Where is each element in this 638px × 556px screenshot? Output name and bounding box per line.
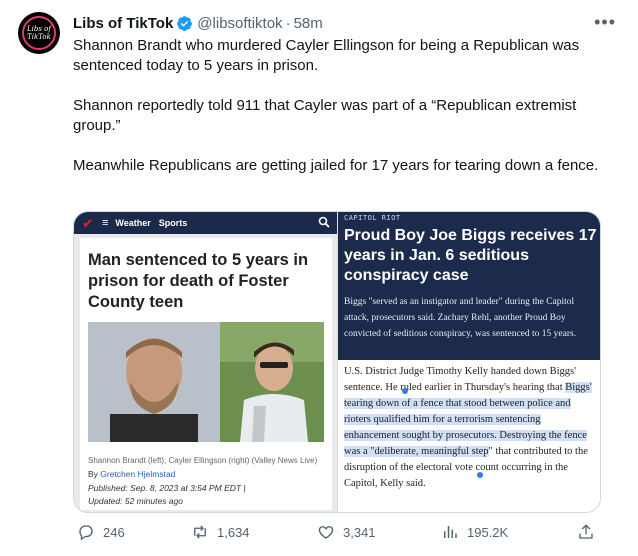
tweet-media[interactable]: ✔ ≡ Weather Sports Man sentenced to 5 ye… — [73, 211, 601, 513]
tweet-paragraph: Shannon reportedly told 911 that Cayler … — [73, 97, 577, 134]
author-link: Gretchen Hjelmstad — [100, 469, 176, 479]
handle[interactable]: @libsoftiktok — [197, 15, 282, 32]
article-card: Man sentenced to 5 years in prison for d… — [80, 238, 332, 510]
avatar-text-line2: TikTok — [27, 33, 51, 41]
article-summary: Biggs "served as an instigator and leade… — [344, 297, 577, 339]
like-count: 3,341 — [343, 524, 376, 540]
views-icon — [444, 526, 457, 538]
verified-badge-icon — [177, 15, 193, 31]
left-screenshot[interactable]: ✔ ≡ Weather Sports Man sentenced to 5 ye… — [74, 212, 338, 512]
article-headline: Proud Boy Joe Biggs receives 17 years in… — [344, 227, 597, 284]
tweet-header: Libs of TikTok @libsoftiktok · 58m ••• — [73, 12, 616, 34]
share-button[interactable] — [577, 523, 603, 541]
search-icon — [318, 216, 330, 228]
article-body: U.S. District Judge Timothy Kelly handed… — [344, 364, 598, 492]
timestamp[interactable]: 58m — [294, 15, 323, 32]
nav-sports: Sports — [158, 218, 188, 228]
right-screenshot[interactable]: CAPITOL RIOT Proud Boy Joe Biggs receive… — [337, 212, 600, 512]
like-button[interactable]: 3,341 — [317, 523, 376, 541]
reply-button[interactable]: 246 — [77, 523, 125, 541]
retweet-button[interactable]: 1,634 — [191, 523, 250, 541]
views-button[interactable]: 195.2K — [441, 523, 508, 541]
mugshot-image — [88, 322, 220, 442]
retweet-icon — [194, 525, 206, 539]
menu-icon: ≡ — [102, 217, 109, 229]
avatar-logo: Libs of TikTok — [22, 16, 56, 50]
tweet: Libs of TikTok Libs of TikTok @libsoftik… — [0, 0, 638, 556]
reply-icon — [79, 525, 93, 541]
station-logo-icon: ✔ — [82, 214, 94, 231]
article-banner: CAPITOL RIOT Proud Boy Joe Biggs receive… — [338, 212, 600, 360]
tweet-paragraph: Shannon Brandt who murdered Cayler Ellin… — [73, 37, 580, 74]
victim-photo-image — [220, 322, 324, 442]
body-text: U.S. District Judge Timothy Kelly handed… — [344, 366, 577, 393]
selection-handle-start — [402, 388, 408, 394]
tweet-paragraph: Meanwhile Republicans are getting jailed… — [73, 157, 599, 174]
share-icon — [579, 524, 593, 539]
tweet-text: Shannon Brandt who murdered Cayler Ellin… — [73, 36, 603, 196]
like-icon — [318, 526, 334, 539]
display-name[interactable]: Libs of TikTok — [73, 15, 173, 32]
updated-date: Updated: 52 minutes ago — [88, 496, 183, 506]
article-headline: Man sentenced to 5 years in prison for d… — [88, 251, 309, 311]
byline-prefix: By — [88, 469, 101, 479]
byline: By Gretchen Hjelmstad — [88, 469, 332, 479]
retweet-count: 1,634 — [217, 524, 250, 540]
selection-handle-end — [477, 472, 483, 478]
published-date: Published: Sep. 8, 2023 at 3:54 PM EDT | — [88, 483, 246, 493]
reply-count: 246 — [103, 524, 125, 540]
news-navbar: ✔ ≡ Weather Sports — [74, 212, 338, 234]
action-bar: 246 1,634 3,341 195.2K — [73, 520, 603, 544]
views-count: 195.2K — [467, 524, 509, 540]
separator: · — [285, 14, 291, 32]
article-kicker: CAPITOL RIOT — [344, 214, 401, 222]
more-icon[interactable]: ••• — [594, 12, 616, 33]
nav-weather: Weather — [115, 218, 151, 228]
avatar-text-line1: Libs of — [27, 25, 51, 33]
photo-caption: Shannon Brandt (left), Cayler Ellingson … — [88, 456, 318, 465]
avatar[interactable]: Libs of TikTok — [18, 12, 60, 54]
